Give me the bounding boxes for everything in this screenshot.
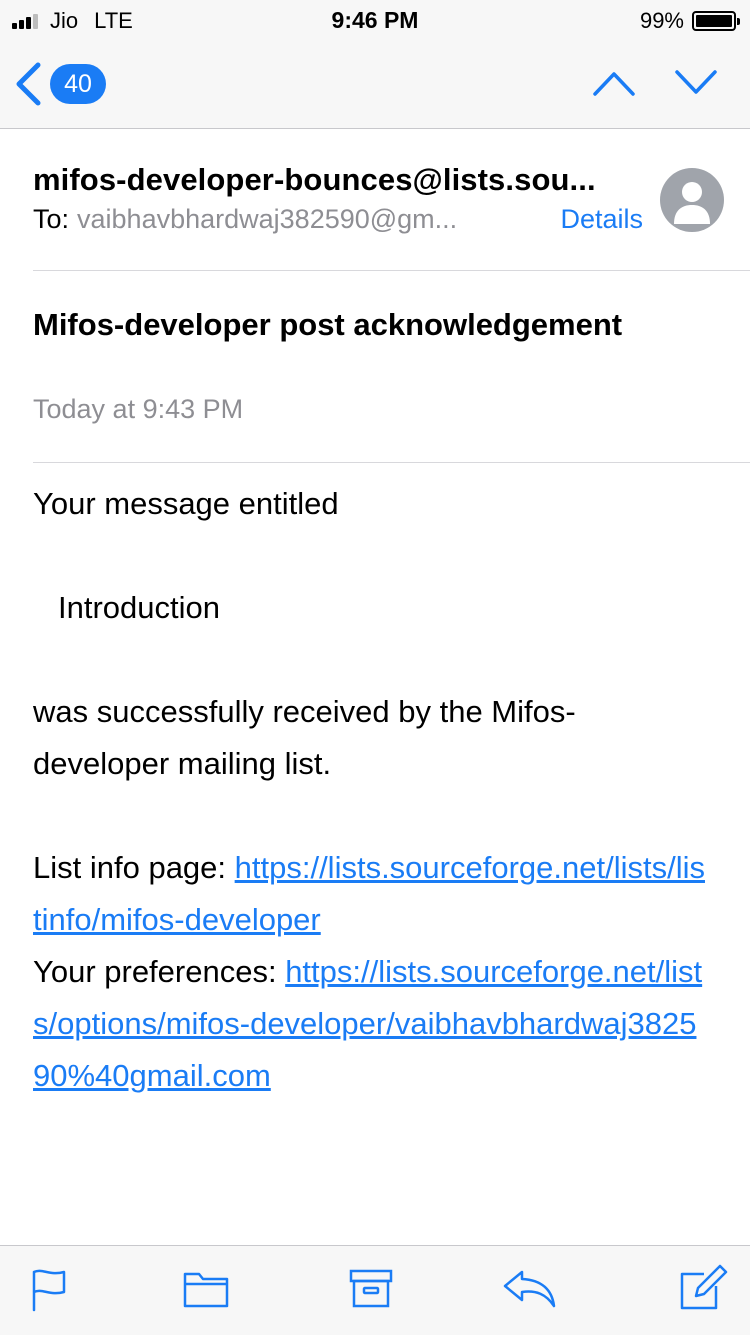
to-label: To: bbox=[33, 204, 70, 234]
avatar[interactable] bbox=[660, 168, 724, 232]
chevron-down-icon[interactable] bbox=[674, 68, 718, 98]
preferences-label: Your preferences: bbox=[33, 954, 286, 989]
archive-icon[interactable] bbox=[349, 1268, 393, 1308]
battery-percent: 99% bbox=[639, 8, 684, 33]
recipient-row: To: vaibhavbhardwaj382590@gm... Details bbox=[33, 204, 643, 235]
status-bar: Jio LTE 9:46 PM 99% bbox=[0, 0, 750, 40]
sender-address[interactable]: mifos-developer-bounces@lists.sou... bbox=[33, 162, 643, 198]
status-right: 99% bbox=[639, 8, 740, 34]
details-link[interactable]: Details bbox=[560, 204, 643, 235]
chevron-left-icon bbox=[16, 62, 41, 106]
list-links: List info page: https://lists.sourceforg… bbox=[33, 842, 713, 1102]
header-divider bbox=[33, 270, 750, 271]
bottom-toolbar bbox=[0, 1245, 750, 1335]
folder-icon[interactable] bbox=[183, 1268, 229, 1308]
body-line-2: was successfully received by the Mifos-d… bbox=[33, 694, 576, 781]
nav-bar: 40 bbox=[0, 40, 750, 129]
back-button[interactable]: 40 bbox=[14, 62, 106, 106]
body-line-1: Your message entitled bbox=[33, 486, 339, 521]
compose-icon[interactable] bbox=[678, 1264, 728, 1312]
message-date: Today at 9:43 PM bbox=[33, 394, 244, 424]
subject-divider bbox=[33, 462, 750, 463]
message-subject: Mifos-developer post acknowledgement bbox=[33, 307, 623, 342]
flag-icon[interactable] bbox=[30, 1268, 70, 1312]
chevron-up-icon[interactable] bbox=[592, 68, 636, 98]
list-info-label: List info page: bbox=[33, 850, 235, 885]
battery-icon bbox=[692, 11, 740, 31]
person-icon bbox=[674, 182, 710, 224]
unread-count-badge: 40 bbox=[50, 64, 106, 104]
status-time: 9:46 PM bbox=[331, 7, 419, 33]
reply-icon[interactable] bbox=[502, 1268, 558, 1308]
entitled-subject: Introduction bbox=[58, 590, 220, 625]
recipient-address[interactable]: vaibhavbhardwaj382590@gm... bbox=[77, 204, 513, 235]
